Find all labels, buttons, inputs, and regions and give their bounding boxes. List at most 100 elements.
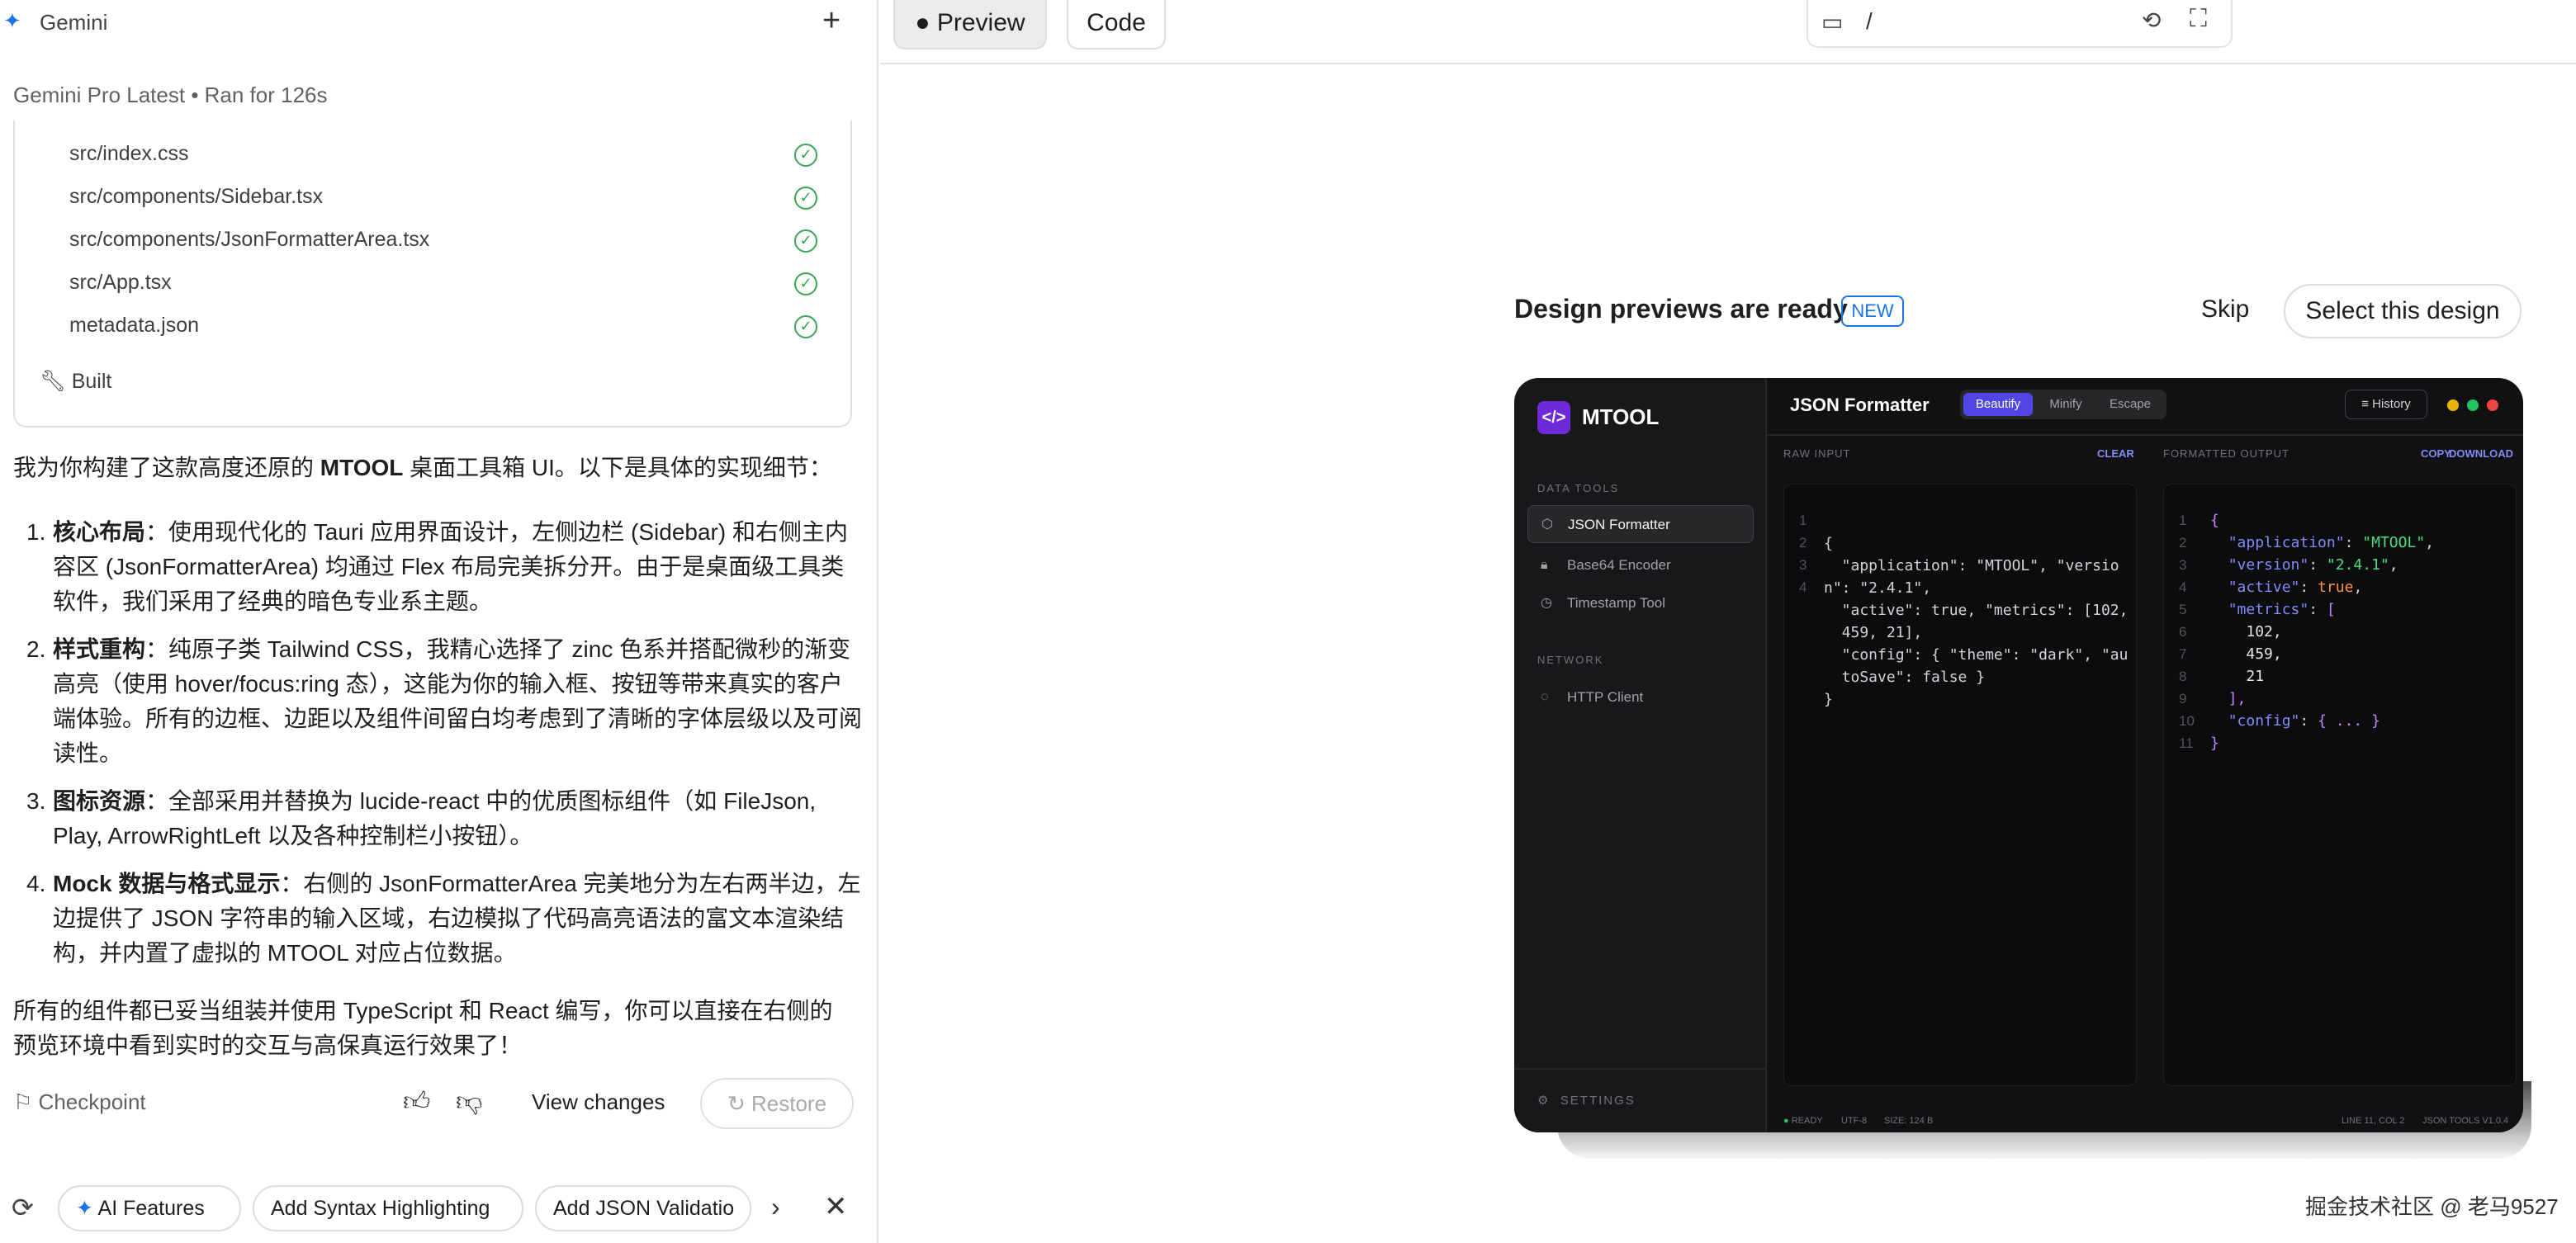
status-size: SIZE: 124 B — [1884, 1116, 1934, 1126]
settings-item: ⚙ SETTINGS — [1537, 1093, 1636, 1108]
nav-http-client: ◌ HTTP Client — [1527, 678, 1754, 716]
thumbs-up-icon[interactable]: 👍︎ — [403, 1086, 433, 1116]
clock-icon: ◷ — [1541, 596, 1552, 610]
mock-title: JSON Formatter — [1790, 395, 1930, 415]
line-numbers: 1234 — [1799, 513, 1807, 595]
list-body: ：纯原子类 Tailwind CSS，我精心选择了 zinc 色系并搭配微秒的渐… — [53, 636, 863, 766]
chat-title: Gemini — [40, 10, 108, 35]
nav-label: Base64 Encoder — [1567, 557, 1671, 573]
sparkle-icon: ✦ — [76, 1197, 93, 1220]
check-icon: ✓ — [794, 272, 817, 295]
seg-escape: Escape — [2109, 397, 2152, 411]
chip-ai-features[interactable]: ✦ AI Features — [58, 1185, 241, 1231]
formatted-output-panel: 1 2 3 4 5 6 7 8 9 10 11 { "application": "MTOOL", … — [2163, 484, 2517, 1086]
file-list: src/index.css ✓ src/components/Sidebar.t… — [13, 121, 852, 428]
clear-action: CLEAR — [2097, 447, 2134, 460]
thumbs-down-icon[interactable]: 👎︎ — [456, 1086, 485, 1116]
file-item[interactable]: src/App.tsx — [69, 271, 172, 304]
checkpoint-label: Checkpoint — [38, 1089, 146, 1114]
formatted-output-label: FORMATTED OUTPUT — [2163, 447, 2290, 460]
rotate-icon[interactable]: ⟲ — [2142, 7, 2161, 34]
wrench-icon: 🔧︎ — [40, 370, 66, 393]
close-icon[interactable]: ✕ — [824, 1190, 848, 1223]
list-body: ：全部采用并替换为 lucide-react 中的优质图标组件（如 FileJs… — [53, 788, 817, 848]
list-title: 核心布局 — [53, 519, 146, 545]
intro-text: 我为你构建了这款高度还原的 MTOOL 桌面工具箱 UI。以下是具体的实现细节： — [13, 451, 855, 485]
chip-syntax-highlighting[interactable]: Add Syntax Highlighting — [253, 1185, 523, 1231]
file-item[interactable]: metadata.json — [69, 314, 199, 347]
intro-pre: 我为你构建了这款高度还原的 — [13, 455, 320, 480]
device-icon[interactable]: ▭ — [1821, 8, 1843, 35]
dot-icon: ● — [915, 9, 930, 36]
gemini-star-icon: ✦ — [3, 8, 21, 33]
url-text[interactable]: / — [1866, 8, 1873, 35]
file-item[interactable]: src/index.css — [69, 142, 188, 175]
built-label: Built — [71, 370, 112, 393]
select-design-button[interactable]: Select this design — [2284, 284, 2522, 338]
raw-json-text: { "application": "MTOOL", "versio n": "2… — [1824, 535, 2129, 708]
fullscreen-icon[interactable]: ⛶ — [2190, 5, 2207, 33]
seg-minify: Minify — [2049, 397, 2082, 411]
file-item[interactable]: src/components/JsonFormatterArea.tsx — [69, 228, 429, 261]
preview-toolbar: ● Preview Code ▭ / ⟲ ⛶ — [880, 0, 2576, 64]
chevron-right-icon[interactable]: › — [771, 1192, 780, 1222]
suggestion-chips: ⟳ ✦ AI Features Add Syntax Highlighting … — [0, 1185, 878, 1238]
status-cursor: LINE 11, COL 2 — [2342, 1116, 2405, 1126]
intro-post: 桌面工具箱 UI。以下是具体的实现细节： — [403, 455, 832, 480]
check-icon: ✓ — [794, 229, 817, 253]
list-num: 4. — [26, 871, 46, 896]
list-title: 样式重构 — [53, 636, 146, 662]
restore-label: Restore — [751, 1091, 827, 1116]
new-chat-button[interactable]: + — [822, 5, 841, 36]
refresh-suggestions-icon[interactable]: ⟳ — [12, 1192, 34, 1223]
nav-label: HTTP Client — [1567, 689, 1644, 705]
checkpoint-button[interactable]: ⚐ Checkpoint — [13, 1089, 146, 1115]
formatted-json-text: { "application": "MTOOL", "version": "2.… — [2210, 512, 2434, 752]
seg-beautify: Beautify — [1963, 393, 2033, 416]
built-status: 🔧︎ Built — [40, 370, 111, 394]
window-dot — [2467, 399, 2479, 411]
mode-segment: Beautify Minify Escape — [1960, 390, 2166, 419]
tab-preview-label: Preview — [936, 9, 1025, 36]
restore-icon: ↻ — [727, 1091, 746, 1116]
settings-label: SETTINGS — [1560, 1094, 1636, 1108]
nav-timestamp: ◷ Timestamp Tool — [1527, 584, 1754, 622]
view-changes-button[interactable]: View changes — [532, 1089, 665, 1115]
address-bar[interactable]: ▭ / ⟲ ⛶ — [1807, 0, 2233, 48]
chip-json-validation[interactable]: Add JSON Validatio — [535, 1185, 751, 1231]
message-actions: ⚐ Checkpoint 👍︎ 👎︎ View changes ↻ Restor… — [13, 1078, 855, 1129]
tab-code[interactable]: Code — [1067, 0, 1166, 50]
list-num: 2. — [26, 636, 46, 662]
status-ready: ● READY — [1783, 1116, 1823, 1126]
menu-icon: ≡ — [2361, 397, 2369, 411]
chip-label: AI Features — [97, 1197, 205, 1220]
file-item[interactable]: src/components/Sidebar.tsx — [69, 185, 323, 218]
gear-icon: ⚙ — [1537, 1094, 1551, 1108]
raw-input-panel: 1234 { "application": "MTOOL", "versio n… — [1783, 484, 2137, 1086]
mock-sidebar: </> MTOOL DATA TOOLS ⬡ JSON Formatter 🔒︎ B… — [1514, 378, 1767, 1132]
list-num: 3. — [26, 788, 46, 814]
outro-text: 所有的组件都已妥当组装并使用 TypeScript 和 React 编写，你可以… — [13, 998, 833, 1058]
skip-button[interactable]: Skip — [2201, 295, 2249, 324]
model-info: Gemini Pro Latest • Ran for 126s — [13, 83, 328, 107]
mock-header: JSON Formatter Beautify Minify Escape ≡ … — [1767, 378, 2523, 436]
watermark: 掘金技术社区 @ 老马9527 — [2305, 1194, 2559, 1219]
window-dot — [2447, 399, 2459, 411]
new-badge: NEW — [1841, 295, 1904, 327]
tab-preview[interactable]: ● Preview — [893, 0, 1047, 50]
status-ready-label: READY — [1791, 1116, 1823, 1126]
flag-icon: ⚐ — [13, 1089, 33, 1114]
nav-label: JSON Formatter — [1568, 517, 1670, 532]
code-logo-icon: </> — [1537, 401, 1570, 434]
sidebar-divider — [1514, 1068, 1767, 1070]
mock-brand: MTOOL — [1582, 404, 1660, 429]
restore-button[interactable]: ↻ Restore — [700, 1078, 854, 1129]
hexagon-icon: ⬡ — [1541, 518, 1553, 532]
check-icon: ✓ — [794, 315, 817, 338]
raw-input-label: RAW INPUT — [1783, 447, 1851, 460]
design-preview-card[interactable]: </> MTOOL DATA TOOLS ⬡ JSON Formatter 🔒︎ B… — [1514, 378, 2523, 1132]
download-action: DOWNLOAD — [2449, 447, 2513, 460]
nav-label: Timestamp Tool — [1567, 595, 1666, 611]
intro-bold: MTOOL — [320, 455, 404, 480]
section-network: NETWORK — [1537, 654, 1604, 666]
